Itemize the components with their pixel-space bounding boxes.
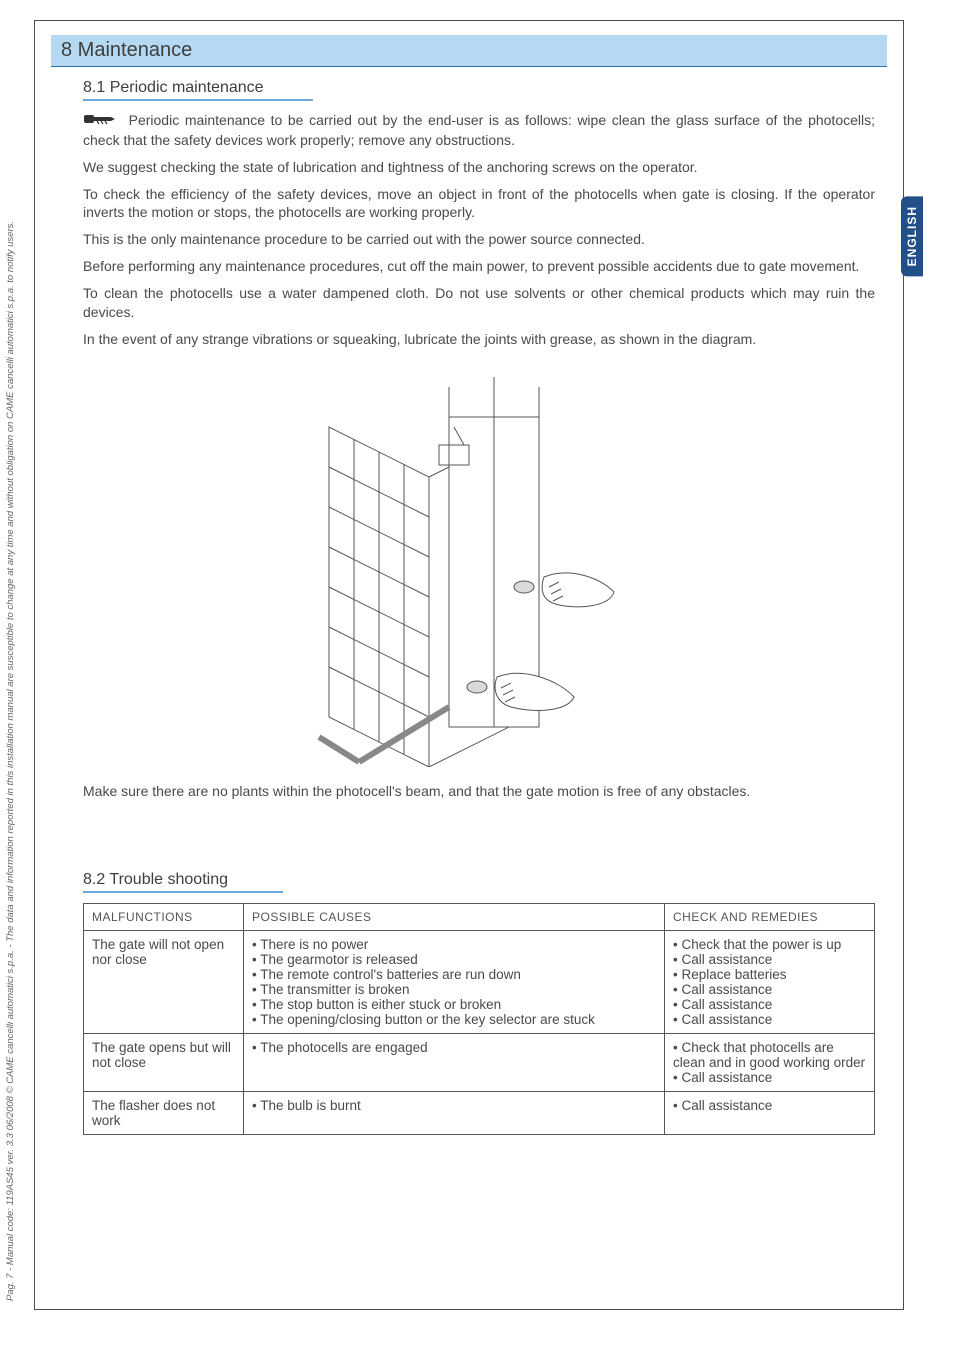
paragraph-text: To clean the photocells use a water damp… (83, 284, 875, 322)
brick-pattern (329, 439, 429, 754)
table-row: The gate will not open nor close • There… (84, 930, 875, 1033)
gate-lubrication-diagram (299, 367, 639, 767)
table-cell: The gate will not open nor close (84, 930, 244, 1033)
page-footer-sideways: Pag. 7 - Manual code: 119AS45 ver. 3.3 0… (5, 21, 16, 1301)
paragraph-text: We suggest checking the state of lubrica… (83, 158, 875, 177)
table-row: The flasher does not work • The bulb is … (84, 1091, 875, 1134)
paragraph-text: Make sure there are no plants within the… (83, 782, 875, 801)
body-text-8-1: Periodic maintenance to be carried out b… (83, 111, 875, 349)
table-cell: • Check that photocells are clean and in… (665, 1033, 875, 1091)
table-cell: • Check that the power is up • Call assi… (665, 930, 875, 1033)
paragraph-text: Before performing any maintenance proced… (83, 257, 875, 276)
page-border: ENGLISH 8 Maintenance 8.1 Periodic maint… (34, 20, 904, 1310)
table-cell: • The photocells are engaged (244, 1033, 665, 1091)
table-cell: • There is no power • The gearmotor is r… (244, 930, 665, 1033)
subsection-8-1: 8.1 Periodic maintenance (83, 79, 887, 101)
table-cell: The gate opens but will not close (84, 1033, 244, 1091)
subsection-8-2: 8.2 Trouble shooting (83, 871, 887, 893)
paragraph-text: To check the efficiency of the safety de… (83, 185, 875, 223)
troubleshooting-table: MALFUNCTIONS POSSIBLE CAUSES CHECK AND R… (83, 903, 875, 1135)
paragraph-text: This is the only maintenance procedure t… (83, 230, 875, 249)
pointing-hand-icon (83, 112, 117, 131)
paragraph-text: Periodic maintenance to be carried out b… (83, 112, 875, 148)
after-diagram-text: Make sure there are no plants within the… (83, 782, 875, 801)
table-header-row: MALFUNCTIONS POSSIBLE CAUSES CHECK AND R… (84, 903, 875, 930)
table-cell: The flasher does not work (84, 1091, 244, 1134)
troubleshooting-table-wrap: MALFUNCTIONS POSSIBLE CAUSES CHECK AND R… (83, 903, 875, 1135)
section-header: 8 Maintenance (51, 35, 887, 67)
table-header-cell: POSSIBLE CAUSES (244, 903, 665, 930)
language-tab: ENGLISH (901, 196, 923, 276)
table-row: The gate opens but will not close • The … (84, 1033, 875, 1091)
subsection-title: 8.1 Periodic maintenance (83, 79, 313, 101)
table-cell: • The bulb is burnt (244, 1091, 665, 1134)
subsection-title: 8.2 Trouble shooting (83, 871, 283, 893)
paragraph-text: In the event of any strange vibrations o… (83, 330, 875, 349)
diagram-container (35, 367, 903, 772)
table-header-cell: MALFUNCTIONS (84, 903, 244, 930)
table-header-cell: CHECK AND REMEDIES (665, 903, 875, 930)
table-cell: • Call assistance (665, 1091, 875, 1134)
